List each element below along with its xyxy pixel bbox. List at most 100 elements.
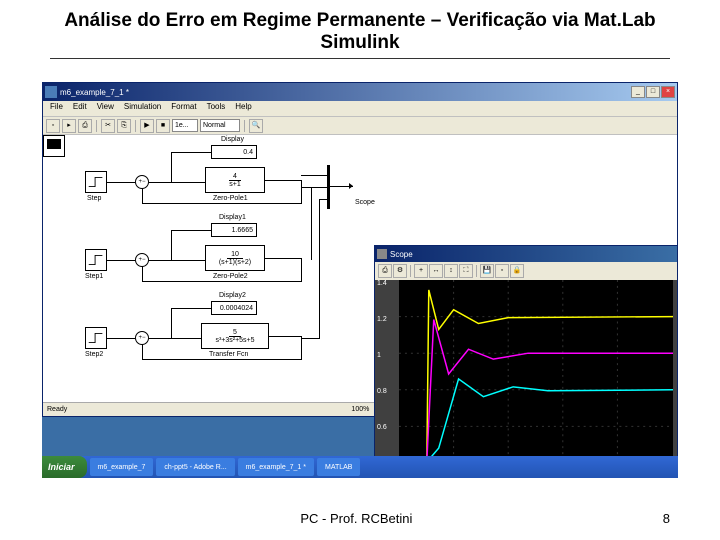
- wire: [311, 187, 312, 260]
- step-block-2[interactable]: [85, 249, 107, 271]
- wire: [171, 308, 172, 338]
- step-block[interactable]: [85, 171, 107, 193]
- task-item[interactable]: ch-ppt5 - Adobe R...: [156, 458, 234, 476]
- ylabel: 1: [377, 352, 381, 359]
- title-underline: [50, 58, 670, 59]
- wire: [171, 152, 172, 182]
- tf-denominator: (s+1)(s+2): [215, 259, 255, 266]
- zoom-button[interactable]: 🔍: [249, 119, 263, 133]
- separator-icon: [135, 120, 136, 132]
- step3-label: Step2: [85, 351, 103, 358]
- stop-button[interactable]: ■: [156, 119, 170, 133]
- zoom-y-button[interactable]: ↕: [444, 264, 458, 278]
- print-button[interactable]: ⎙: [378, 264, 392, 278]
- tf-denominator: s³+3s²+5s+5: [211, 337, 258, 344]
- menu-help[interactable]: Help: [230, 101, 256, 116]
- wire: [301, 180, 302, 204]
- menu-simulation[interactable]: Simulation: [119, 101, 166, 116]
- desktop-area: m6_example_7_1 * _ □ × File Edit View Si…: [42, 82, 678, 478]
- ylabel: 1.2: [377, 316, 387, 323]
- menu-tools[interactable]: Tools: [202, 101, 231, 116]
- wire: [149, 182, 205, 183]
- status-ready: Ready: [47, 406, 67, 413]
- lock-button[interactable]: 🔒: [510, 264, 524, 278]
- simulink-titlebar[interactable]: m6_example_7_1 * _ □ ×: [43, 83, 677, 101]
- scope-toolbar: ⎙ ⚙ + ↔ ↕ ⛶ 💾 ▫ 🔒: [375, 262, 677, 280]
- wire: [265, 180, 301, 181]
- play-button[interactable]: ▶: [140, 119, 154, 133]
- new-button[interactable]: ▫: [46, 119, 60, 133]
- separator-icon: [410, 265, 411, 277]
- wire: [301, 336, 302, 360]
- minimize-button[interactable]: _: [631, 86, 645, 98]
- maximize-button[interactable]: □: [646, 86, 660, 98]
- step-label: Step: [87, 195, 101, 202]
- open-button[interactable]: ▸: [62, 119, 76, 133]
- scope-window[interactable]: Scope ⎙ ⚙ + ↔ ↕ ⛶ 💾 ▫ 🔒: [374, 245, 678, 477]
- wire: [171, 152, 211, 153]
- save-axes-button[interactable]: 💾: [480, 264, 494, 278]
- cut-button[interactable]: ✂: [101, 119, 115, 133]
- sum-block-1[interactable]: +−: [135, 175, 149, 189]
- menu-edit[interactable]: Edit: [68, 101, 92, 116]
- arrow-icon: [349, 183, 353, 189]
- menu-format[interactable]: Format: [166, 101, 201, 116]
- task-item[interactable]: m6_example_7: [90, 458, 154, 476]
- wire: [301, 258, 302, 282]
- menu-view[interactable]: View: [92, 101, 119, 116]
- wire: [319, 199, 320, 339]
- tf2-label: Zero-Pole2: [213, 273, 248, 280]
- scope-titlebar[interactable]: Scope: [375, 246, 677, 262]
- wire: [311, 187, 327, 188]
- save-button[interactable]: ⎙: [78, 119, 92, 133]
- stop-time-field[interactable]: 1e...: [172, 119, 198, 132]
- transfer-fcn-1[interactable]: 4 s+1: [205, 167, 265, 193]
- separator-icon: [96, 120, 97, 132]
- wire: [269, 336, 301, 337]
- display-2[interactable]: 1.6665: [211, 223, 257, 237]
- display-label: Display: [221, 136, 244, 143]
- wire: [301, 338, 319, 339]
- window-title: m6_example_7_1 *: [60, 88, 630, 97]
- display-1[interactable]: 0.4: [211, 145, 257, 159]
- task-item[interactable]: m6_example_7_1 *: [238, 458, 314, 476]
- wire: [149, 260, 205, 261]
- wire: [142, 188, 143, 204]
- params-button[interactable]: ⚙: [393, 264, 407, 278]
- tf-numerator: 5: [229, 329, 241, 337]
- zoom-in-button[interactable]: +: [414, 264, 428, 278]
- tf-denominator: s+1: [225, 181, 244, 188]
- scope-plot: [399, 280, 673, 462]
- wire: [171, 230, 172, 260]
- slide-footer: PC - Prof. RCBetini 8: [0, 511, 720, 526]
- sum-block-3[interactable]: +−: [135, 331, 149, 345]
- step-block-3[interactable]: [85, 327, 107, 349]
- transfer-fcn-2[interactable]: 10 (s+1)(s+2): [205, 245, 265, 271]
- separator-icon: [244, 120, 245, 132]
- wire: [149, 338, 201, 339]
- mux-block[interactable]: [327, 165, 330, 209]
- scope-block[interactable]: [43, 135, 65, 157]
- status-zoom: 100%: [351, 406, 369, 413]
- mode-select[interactable]: Normal: [200, 119, 240, 132]
- zoom-x-button[interactable]: ↔: [429, 264, 443, 278]
- autoscale-button[interactable]: ⛶: [459, 264, 473, 278]
- wire: [301, 175, 327, 176]
- sum-block-2[interactable]: +−: [135, 253, 149, 267]
- float-button[interactable]: ▫: [495, 264, 509, 278]
- wire: [142, 266, 143, 282]
- transfer-fcn-3[interactable]: 5 s³+3s²+5s+5: [201, 323, 269, 349]
- menu-file[interactable]: File: [45, 101, 68, 116]
- close-button[interactable]: ×: [661, 86, 675, 98]
- copy-button[interactable]: ⎘: [117, 119, 131, 133]
- wire: [319, 199, 327, 200]
- scope-label: Scope: [355, 199, 375, 206]
- start-button[interactable]: Iniciar: [42, 456, 87, 478]
- footer-center: PC - Prof. RCBetini: [300, 511, 412, 526]
- toolbar: ▫ ▸ ⎙ ✂ ⎘ ▶ ■ 1e... Normal 🔍: [43, 117, 677, 135]
- ylabel: 1.4: [377, 280, 387, 287]
- taskbar: Iniciar m6_example_7 ch-ppt5 - Adobe R..…: [42, 456, 678, 478]
- task-item[interactable]: MATLAB: [317, 458, 361, 476]
- display-3[interactable]: 0.0004024: [211, 301, 257, 315]
- step2-label: Step1: [85, 273, 103, 280]
